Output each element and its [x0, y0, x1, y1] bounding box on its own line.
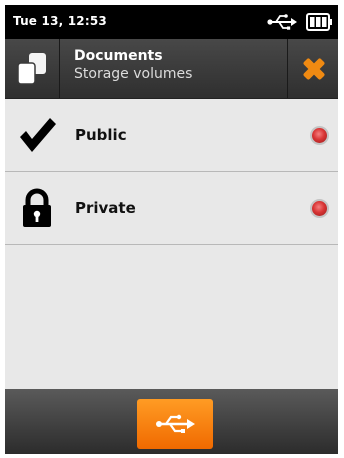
bottom-toolbar [5, 389, 338, 454]
checkmark-icon [20, 118, 56, 152]
close-icon [303, 58, 325, 80]
page-title: Documents [74, 48, 163, 64]
battery-icon [306, 13, 332, 31]
usb-button[interactable] [137, 399, 213, 449]
page-subtitle: Storage volumes [74, 66, 193, 82]
radio-indicator[interactable] [310, 199, 329, 218]
status-bar: Tue 13, 12:53 [5, 5, 338, 39]
usb-icon [267, 14, 297, 30]
lock-icon [23, 188, 51, 227]
app-header: Documents Storage volumes [5, 39, 338, 99]
storage-volume-list: Public Private [5, 99, 338, 245]
header-titles: Documents Storage volumes [74, 48, 192, 82]
list-item-public[interactable]: Public [5, 99, 338, 172]
device-screen: Tue 13, 12:53 Documents Storage volumes … [5, 5, 338, 454]
radio-indicator[interactable] [310, 126, 329, 145]
list-item-private[interactable]: Private [5, 172, 338, 245]
volume-label: Private [75, 199, 136, 217]
documents-icon[interactable] [5, 39, 60, 98]
volume-label: Public [75, 126, 127, 144]
close-button[interactable] [287, 39, 338, 98]
status-time: Tue 13, 12:53 [13, 14, 107, 28]
usb-icon [156, 414, 195, 433]
